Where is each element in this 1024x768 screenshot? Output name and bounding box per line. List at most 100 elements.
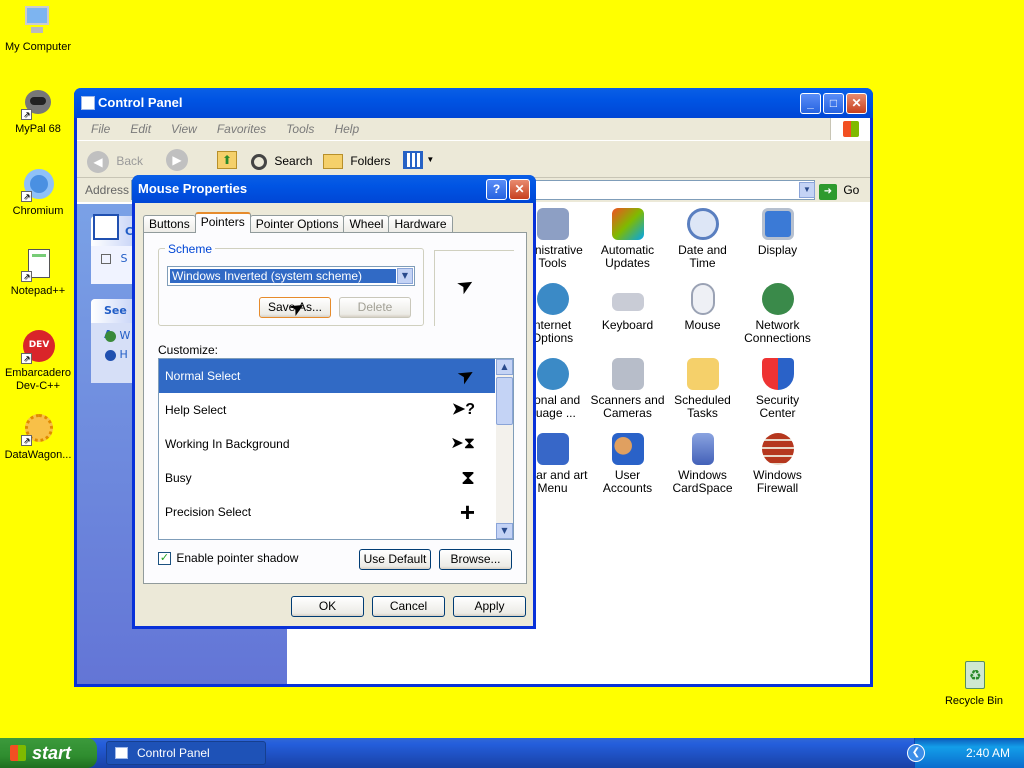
menu-view[interactable]: View [171,122,197,136]
close-button[interactable]: ✕ [846,93,867,114]
taskbar-item-control-panel[interactable]: Control Panel [106,741,266,765]
normal-select-cursor-icon: ➤ [453,362,480,390]
tab-wheel[interactable]: Wheel [343,215,390,233]
windows-flag-icon [10,745,26,761]
back-button[interactable]: ◀ Back [87,149,143,173]
ok-button[interactable]: OK [291,596,364,617]
notepad-icon: ↗ [21,248,55,282]
pointer-shadow-checkbox[interactable]: ✓ Enable pointer shadow [158,550,298,566]
users-icon [611,433,644,465]
display-icon [761,208,794,240]
cp-item-scanners-cameras[interactable]: Scanners and Cameras [590,358,665,420]
menu-favorites[interactable]: Favorites [217,122,266,136]
see-also-link-help[interactable]: H [91,342,136,361]
help-button[interactable]: ? [486,179,507,200]
help-icon [105,349,116,361]
views-button[interactable]: ▼ [403,151,435,171]
start-button[interactable]: start [0,738,97,768]
chevron-down-icon[interactable]: ▼ [397,268,413,284]
network-icon [761,283,794,315]
menu-edit[interactable]: Edit [130,122,151,136]
tab-buttons[interactable]: Buttons [143,215,196,233]
desktop-icon-recycle-bin[interactable]: ♻ Recycle Bin [936,658,1012,708]
cp-item-keyboard[interactable]: Keyboard [590,283,665,332]
cp-item-security-center[interactable]: Security Center [740,358,815,420]
up-folder-button[interactable]: ⬆ [217,151,237,169]
folder-clock-icon [686,358,719,390]
cp-item-scheduled-tasks[interactable]: Scheduled Tasks [665,358,740,420]
tray-chevron-icon[interactable]: ❮ [907,744,925,762]
address-label: Address [85,183,130,197]
scroll-down-button[interactable]: ▼ [496,523,513,539]
minimize-button[interactable]: _ [800,93,821,114]
cp-item-automatic-updates[interactable]: Automatic Updates [590,208,665,270]
cp-item-cardspace[interactable]: Windows CardSpace [665,433,740,495]
tab-pointer-options[interactable]: Pointer Options [249,215,345,233]
cancel-button[interactable]: Cancel [372,596,445,617]
dialog-titlebar[interactable]: Mouse Properties ? ✕ [132,175,536,203]
address-dropdown-button[interactable]: ▼ [799,182,815,198]
cp-item-user-accounts[interactable]: User Accounts [590,433,665,495]
tab-pointers[interactable]: Pointers [194,212,251,233]
recycle-bin-icon: ♻ [957,658,991,692]
go-arrow-icon: ➜ [819,184,837,200]
scroll-thumb[interactable] [496,377,513,425]
list-item[interactable]: Working In Background ➤⧗ [159,427,495,461]
back-arrow-icon: ◀ [87,150,109,173]
see-also-link-windows-update[interactable]: W [91,323,136,342]
vertical-scrollbar[interactable]: ▲ ▼ [496,359,513,539]
help-select-cursor-icon: ➤? [451,401,475,418]
go-button[interactable]: ➜ Go [819,181,859,200]
mouse-properties-dialog[interactable]: Mouse Properties ? ✕ Buttons Pointers Poin… [132,175,536,629]
apply-button[interactable]: Apply [453,596,526,617]
menu-help[interactable]: Help [334,122,359,136]
chevron-down-icon: ▼ [426,155,435,164]
switch-icon [101,254,111,264]
list-item[interactable]: Precision Select + [159,495,495,529]
cp-item-mouse[interactable]: Mouse [665,283,740,332]
scroll-up-button[interactable]: ▲ [496,359,513,375]
cardspace-icon [691,433,714,465]
crosshair-icon: + [459,497,475,527]
forward-button[interactable]: ▶ [166,149,188,171]
dialog-close-button[interactable]: ✕ [509,179,530,200]
switch-view-link[interactable]: S [91,246,136,265]
globe-icon [105,330,116,342]
desktop-icon-chromium[interactable]: ↗ Chromium [0,168,76,218]
sun-icon: ↗ [21,412,55,446]
folders-button[interactable]: Folders [323,149,390,173]
see-also-box: See A W H [91,299,136,383]
cp-item-network-connections[interactable]: Network Connections [740,283,815,345]
list-item[interactable]: Normal Select ➤ [159,359,495,393]
tab-hardware[interactable]: Hardware [388,215,453,233]
menu-tools[interactable]: Tools [286,122,314,136]
clock[interactable]: 2:40 AM [966,746,1010,760]
search-button[interactable]: Search [251,149,312,173]
desktop-icon-datawagon[interactable]: ↗ DataWagon... [0,412,76,462]
cp-item-windows-firewall[interactable]: Windows Firewall [740,433,815,495]
scheme-select[interactable]: Windows Inverted (system scheme) ▼ [167,266,415,286]
desktop-icon-mypal[interactable]: ↗ MyPal 68 [0,86,76,136]
maximize-button[interactable]: □ [823,93,844,114]
use-default-button[interactable]: Use Default [359,549,431,570]
cp-item-date-time[interactable]: Date and Time [665,208,740,270]
control-panel-titlebar[interactable]: Control Panel _ □ ✕ [74,88,873,118]
checkbox-checked-icon: ✓ [158,552,171,566]
desktop-icon-my-computer[interactable]: My Computer [0,4,76,54]
checklist-icon [93,214,119,240]
desktop-icon-devcpp[interactable]: DEV ↗ Embarcadero Dev-C++ [0,330,76,393]
see-also-header[interactable]: See A [91,299,136,341]
chromium-icon: ↗ [21,168,55,202]
delete-button: Delete [339,297,411,318]
firewall-icon [761,433,794,465]
taskbar-icon [536,433,569,465]
list-item[interactable]: Help Select ➤? [159,393,495,427]
cp-item-display[interactable]: Display [740,208,815,257]
desktop-icon-notepadpp[interactable]: ↗ Notepad++ [0,248,76,298]
menu-file[interactable]: File [91,122,110,136]
list-item[interactable]: Busy ⧗ [159,461,495,495]
control-panel-box-header[interactable]: C [91,214,136,246]
dialog-title: Mouse Properties [138,181,248,196]
cursor-list[interactable]: Normal Select ➤ Help Select ➤? Working In … [158,358,514,540]
browse-button[interactable]: Browse... [439,549,512,570]
